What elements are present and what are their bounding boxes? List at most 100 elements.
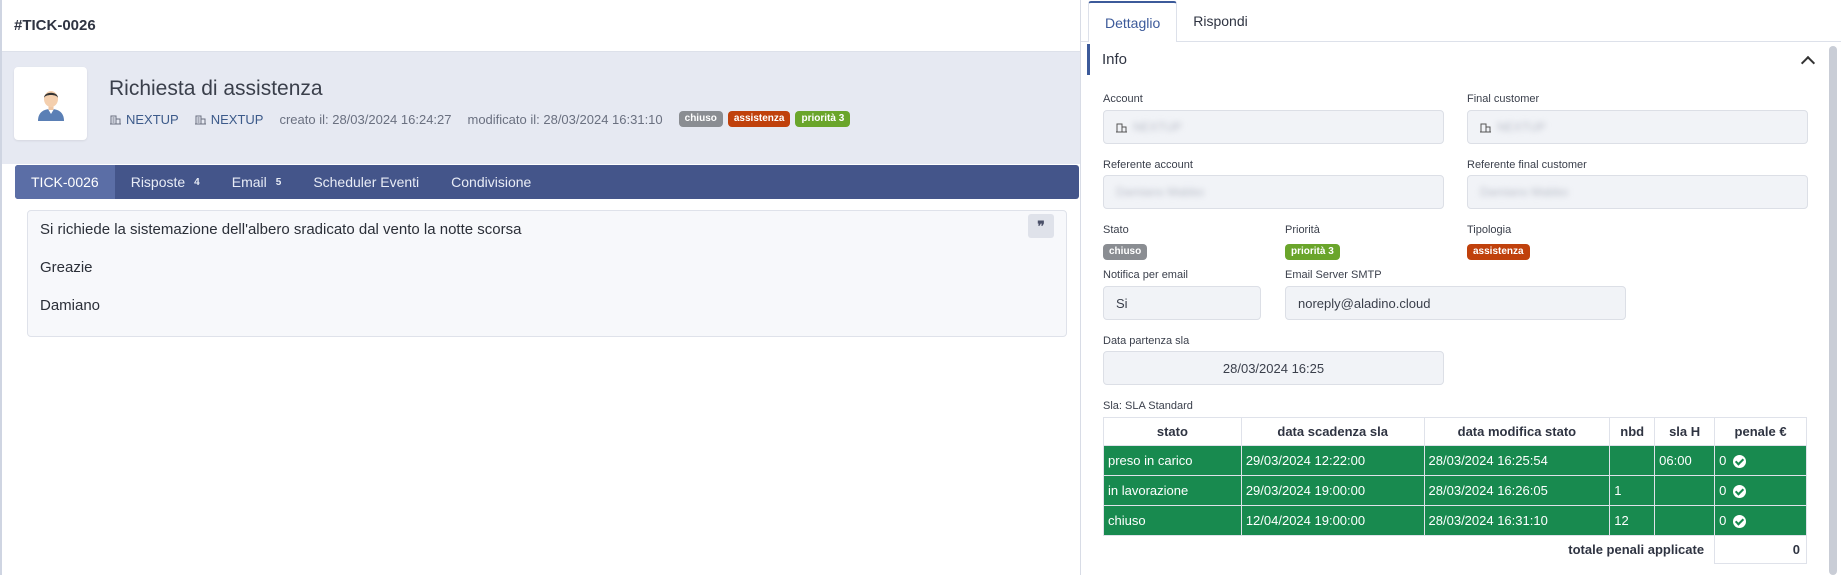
ticket-topbar: #TICK-0026 <box>2 0 1080 52</box>
data-partenza-value: 28/03/2024 16:25 <box>1222 360 1325 376</box>
type-badge: assistenza <box>727 111 791 127</box>
table-cell: 28/03/2024 16:25:54 <box>1423 445 1611 476</box>
tab-dettaglio[interactable]: Dettaglio <box>1088 1 1178 42</box>
tipologia-label: Tipologia <box>1467 224 1512 236</box>
referente-final-value: Damiano Mabbo <box>1480 185 1569 199</box>
scrollbar[interactable] <box>1829 46 1837 575</box>
notifica-label: Notifica per email <box>1103 269 1188 281</box>
stato-label: Stato <box>1103 224 1129 236</box>
sla-header-scadenza: data scadenza sla <box>1240 417 1425 446</box>
referente-account-field[interactable]: Damiano Mabbo <box>1103 175 1444 209</box>
table-cell: chiuso <box>1103 505 1242 536</box>
table-cell-penale: 0 <box>1714 505 1807 536</box>
data-partenza-field[interactable]: 28/03/2024 16:25 <box>1103 351 1444 385</box>
table-cell: 12 <box>1609 505 1656 536</box>
tab-risposte-label: Risposte <box>130 174 186 190</box>
check-circle-icon <box>1733 485 1747 499</box>
table-cell: 12/04/2024 19:00:00 <box>1240 505 1425 536</box>
page-title: Richiesta di assistenza <box>109 77 323 100</box>
detail-tabs: Dettaglio Rispondi <box>1081 0 1841 42</box>
priorita-badge: priorità 3 <box>1285 244 1340 260</box>
ticket-message: Si richiede la sistemazione dell'albero … <box>27 210 1067 337</box>
avatar <box>14 67 87 140</box>
table-cell-penale: 0 <box>1714 445 1807 476</box>
table-cell <box>1654 475 1716 506</box>
tipologia-badge: assistenza <box>1467 244 1530 260</box>
table-cell: 06:00 <box>1654 445 1716 476</box>
created-date: creato il: 28/03/2024 16:24:27 <box>279 111 452 127</box>
chevron-up-icon[interactable] <box>1800 55 1816 70</box>
tab-risposte[interactable]: Risposte 4 <box>115 165 216 199</box>
referente-final-label: Referente final customer <box>1467 159 1587 171</box>
ticket-id: #TICK-0026 <box>14 17 96 34</box>
table-cell-penale: 0 <box>1714 475 1807 506</box>
account-label: Account <box>1103 93 1143 105</box>
total-value: 0 <box>1714 535 1807 564</box>
table-cell: preso in carico <box>1103 445 1242 476</box>
quote-icon[interactable]: ❞ <box>1028 214 1054 238</box>
building-icon <box>194 115 206 124</box>
table-cell <box>1654 505 1716 536</box>
message-line: Damiano <box>40 297 101 314</box>
table-cell <box>1609 445 1656 476</box>
referente-account-value: Damiano Mabbo <box>1116 185 1205 199</box>
account-link[interactable]: NEXTUP <box>110 112 179 127</box>
status-badge: chiuso <box>678 111 723 127</box>
account-value: NEXTUP <box>1133 120 1182 134</box>
table-cell: 28/03/2024 16:26:05 <box>1423 475 1611 506</box>
referente-final-field[interactable]: Damiano Mabbo <box>1467 175 1808 209</box>
tab-email-label: Email <box>231 174 267 190</box>
tab-rispondi[interactable]: Rispondi <box>1177 1 1263 41</box>
account-name: NEXTUP <box>126 111 179 127</box>
final-customer-name: NEXTUP <box>210 111 264 127</box>
building-icon <box>110 115 121 124</box>
building-icon <box>1116 123 1127 132</box>
info-section-title: Info <box>1102 51 1128 68</box>
final-customer-value: NEXTUP <box>1497 120 1546 134</box>
message-line: Si richiede la sistemazione dell'albero … <box>40 221 522 238</box>
tab-condivisione[interactable]: Condivisione <box>435 165 547 199</box>
priorita-label: Priorità <box>1285 224 1320 236</box>
message-line: Greazie <box>40 259 93 276</box>
check-circle-icon <box>1733 455 1747 469</box>
referente-account-label: Referente account <box>1103 159 1193 171</box>
sla-label: Sla: SLA Standard <box>1103 400 1193 412</box>
notifica-field[interactable]: Si <box>1103 286 1261 320</box>
tab-ticket[interactable]: TICK-0026 <box>15 165 115 199</box>
check-circle-icon <box>1733 515 1747 529</box>
table-cell: 28/03/2024 16:31:10 <box>1423 505 1611 536</box>
tab-email[interactable]: Email 5 <box>216 165 298 199</box>
sla-header-slah: sla H <box>1654 417 1716 446</box>
info-section-header[interactable]: Info <box>1087 44 1825 75</box>
table-cell: 1 <box>1609 475 1656 506</box>
sla-header-penale: penale € <box>1714 417 1807 446</box>
modified-date: modificato il: 28/03/2024 16:31:10 <box>467 111 663 127</box>
detail-panel: Dettaglio Rispondi Info Account NEXTUP F… <box>1080 0 1841 575</box>
smtp-value: noreply@aladino.cloud <box>1298 295 1431 311</box>
sla-table: stato data scadenza sla data modifica st… <box>1103 417 1807 564</box>
penale-value: 0 <box>1719 512 1727 528</box>
tab-email-count: 5 <box>275 176 282 188</box>
penale-value: 0 <box>1719 452 1727 468</box>
total-label: totale penali applicate <box>1103 535 1715 564</box>
ticket-header: Richiesta di assistenza NEXTUP NEXTUP cr… <box>2 52 1080 164</box>
priority-badge: priorità 3 <box>795 111 851 127</box>
final-customer-field[interactable]: NEXTUP <box>1467 110 1808 144</box>
ticket-main-panel: #TICK-0026 Richiesta di assistenza NEXTU… <box>0 0 1080 575</box>
tab-scheduler[interactable]: Scheduler Eventi <box>297 165 435 199</box>
table-cell: 29/03/2024 12:22:00 <box>1240 445 1425 476</box>
penale-value: 0 <box>1719 482 1727 498</box>
account-field[interactable]: NEXTUP <box>1103 110 1444 144</box>
table-row: chiuso 12/04/2024 19:00:00 28/03/2024 16… <box>1103 505 1807 536</box>
building-icon <box>1480 123 1491 132</box>
sla-header-nbd: nbd <box>1609 417 1656 446</box>
final-customer-link[interactable]: NEXTUP <box>194 111 264 127</box>
table-row: in lavorazione 29/03/2024 19:00:00 28/03… <box>1103 475 1807 506</box>
stato-badge: chiuso <box>1103 244 1148 260</box>
total-row: totale penali applicate 0 <box>1103 535 1807 564</box>
final-customer-label: Final customer <box>1467 93 1540 105</box>
ticket-meta: NEXTUP NEXTUP creato il: 28/03/2024 16:2… <box>110 111 855 127</box>
sla-header-modifica: data modifica stato <box>1423 417 1611 446</box>
notifica-value: Si <box>1116 295 1128 311</box>
smtp-field[interactable]: noreply@aladino.cloud <box>1285 286 1626 320</box>
